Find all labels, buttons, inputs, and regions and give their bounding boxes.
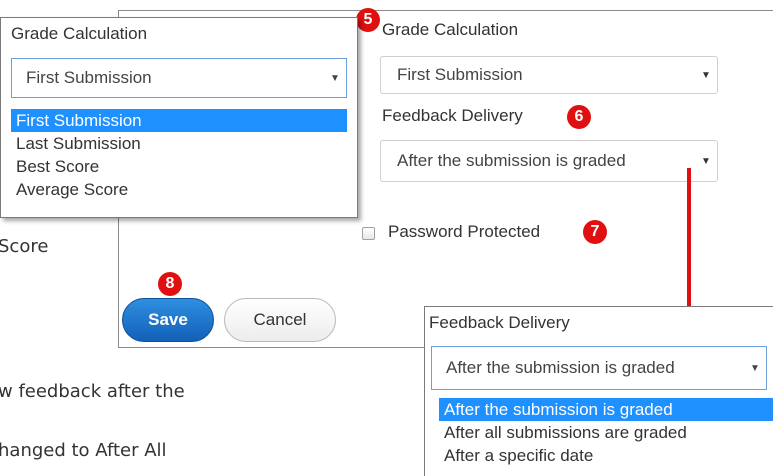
option-after-submission-graded[interactable]: After the submission is graded (439, 398, 773, 421)
feedback-delivery-value: After the submission is graded (397, 151, 626, 170)
arrow-down-icon (687, 168, 691, 316)
option-best-score[interactable]: Best Score (11, 155, 347, 178)
feedback-delivery-label: Feedback Delivery (382, 106, 523, 125)
chevron-down-icon: ▼ (701, 155, 711, 167)
annotation-badge-6: 6 (567, 105, 591, 129)
annotation-badge-5: 5 (356, 8, 380, 32)
password-protected-label: Password Protected (388, 222, 541, 241)
grade-calculation-label: Grade Calculation (382, 20, 519, 39)
option-after-all-graded[interactable]: After all submissions are graded (439, 421, 773, 444)
option-average-score[interactable]: Average Score (11, 178, 347, 201)
feedback-delivery-dropdown-popup: Feedback Delivery After the submission i… (424, 306, 773, 476)
password-protected-checkbox[interactable] (362, 227, 375, 240)
grade-popup-value: First Submission (26, 68, 152, 87)
background-text-line2: hanged to After All (0, 440, 167, 461)
grade-calculation-dropdown-popup: Grade Calculation First Submission ▼ Fir… (0, 17, 358, 218)
feedback-popup-select[interactable]: After the submission is graded ▼ (431, 346, 767, 390)
chevron-down-icon: ▼ (750, 362, 760, 374)
grade-calculation-value: First Submission (397, 65, 523, 84)
feedback-popup-value: After the submission is graded (446, 358, 675, 377)
save-button[interactable]: Save (122, 298, 214, 342)
grade-calculation-select[interactable]: First Submission ▼ (380, 56, 718, 94)
chevron-down-icon: ▼ (701, 69, 711, 81)
feedback-options-list: After the submission is graded After all… (439, 398, 773, 467)
grade-popup-title: Grade Calculation (11, 24, 148, 43)
background-text-score: Score (0, 236, 49, 257)
option-first-submission[interactable]: First Submission (11, 109, 347, 132)
cancel-button[interactable]: Cancel (224, 298, 336, 342)
option-after-specific-date[interactable]: After a specific date (439, 444, 773, 467)
annotation-badge-8: 8 (158, 272, 182, 296)
grade-options-list: First Submission Last Submission Best Sc… (11, 109, 347, 201)
chevron-down-icon: ▼ (330, 72, 340, 84)
grade-popup-select[interactable]: First Submission ▼ (11, 58, 347, 98)
annotation-badge-7: 7 (583, 220, 607, 244)
feedback-popup-title: Feedback Delivery (429, 313, 570, 332)
feedback-delivery-select[interactable]: After the submission is graded ▼ (380, 140, 718, 182)
background-text-line1: w feedback after the (0, 381, 185, 402)
option-last-submission[interactable]: Last Submission (11, 132, 347, 155)
